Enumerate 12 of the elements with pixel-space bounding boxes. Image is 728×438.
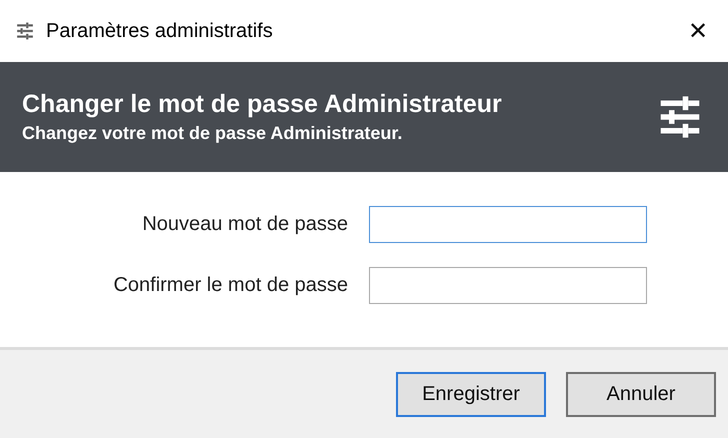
password-field[interactable] <box>369 266 647 304</box>
field-label: Confirmer le mot de passe <box>112 274 349 296</box>
cancel-button[interactable]: Annuler <box>566 372 716 416</box>
close-button[interactable]: ✕ <box>668 7 728 55</box>
field-label: Nouveau mot de passe <box>141 212 349 236</box>
save-button[interactable]: Enregistrer <box>396 372 546 416</box>
sliders-icon <box>16 22 34 40</box>
window-title: Paramètres administratifs <box>46 20 274 42</box>
sliders-icon <box>658 95 702 139</box>
header-title: Changer le mot de passe Administrateur <box>22 90 502 119</box>
header-subtitle: Changez votre mot de passe Administrateur. <box>22 123 404 144</box>
password-field[interactable] <box>369 206 647 242</box>
